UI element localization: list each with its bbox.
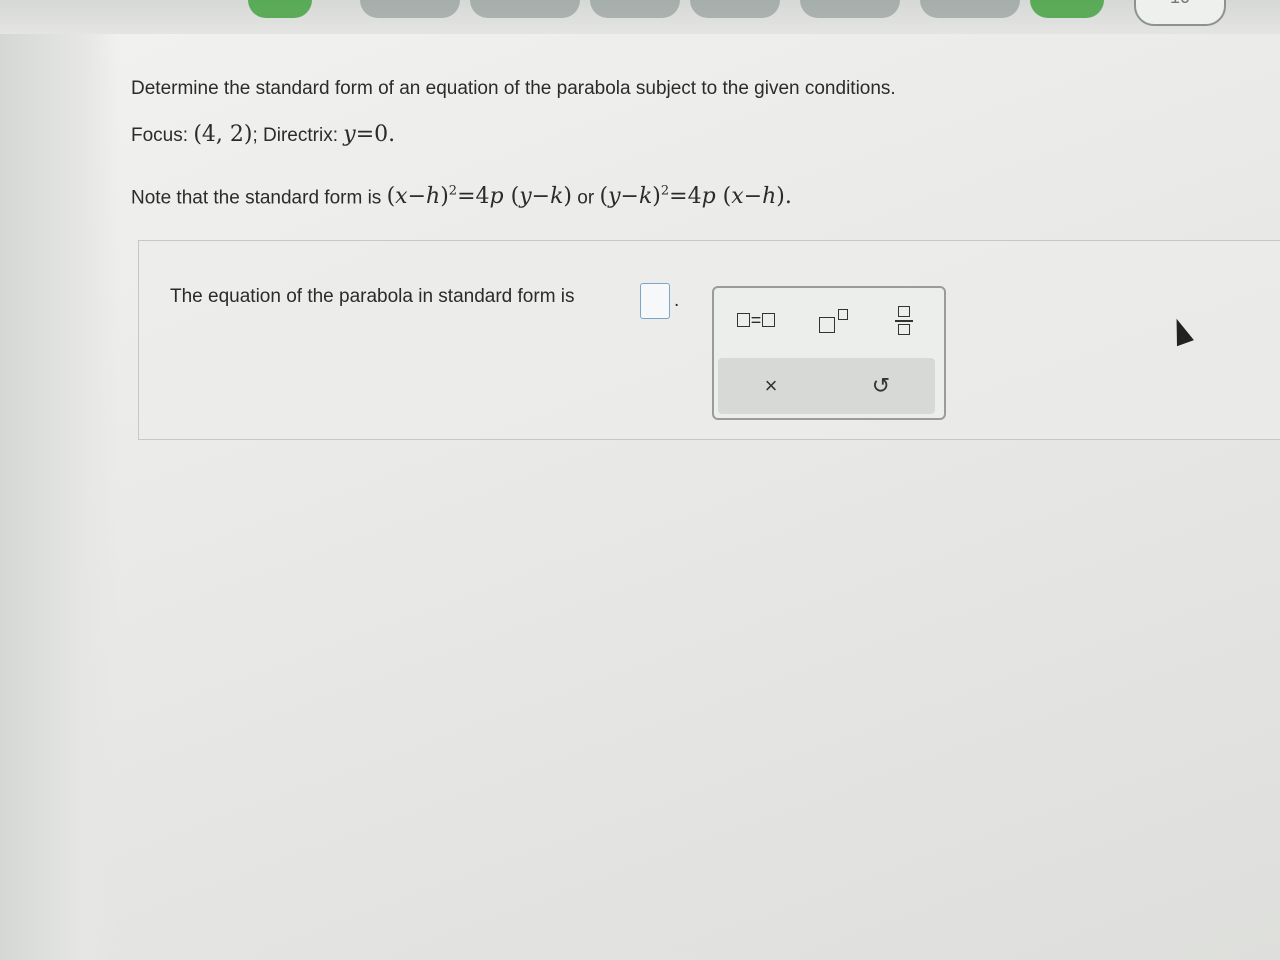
fraction-icon: [895, 302, 913, 338]
nav-button[interactable]: [248, 0, 312, 18]
nav-button[interactable]: [470, 0, 580, 18]
nav-button[interactable]: [800, 0, 900, 18]
question-counter[interactable]: 10: [1134, 0, 1226, 26]
nav-button[interactable]: [920, 0, 1020, 18]
answer-input[interactable]: [640, 283, 670, 319]
box-icon: [762, 313, 776, 327]
nav-button-active[interactable]: [1030, 0, 1104, 18]
exponent-button[interactable]: [808, 302, 854, 338]
conditions-line: Focus: (4, 2); Directrix: y=0.: [131, 122, 396, 147]
exponent-icon: [813, 305, 849, 335]
standard-form-horizontal: (y−k)2=4p (x−h).: [599, 184, 792, 210]
answer-prompt: The equation of the parabola in standard…: [170, 286, 575, 307]
undo-button[interactable]: ↺: [858, 368, 904, 404]
standard-form-vertical: (x−h)2=4p (y−k): [386, 184, 572, 210]
focus-value: (4, 2): [193, 122, 253, 147]
nav-button[interactable]: [590, 0, 680, 18]
answer-period: .: [674, 290, 680, 311]
answer-area: [138, 240, 1280, 440]
directrix-equation: y=0.: [343, 122, 396, 147]
equation-template-button[interactable]: =: [728, 304, 784, 336]
clear-button[interactable]: ×: [748, 368, 794, 404]
note-line: Note that the standard form is (x−h)2=4p…: [131, 184, 792, 210]
fraction-button[interactable]: [886, 300, 922, 340]
close-icon: ×: [764, 373, 778, 398]
nav-button[interactable]: [360, 0, 460, 18]
nav-button[interactable]: [690, 0, 780, 18]
left-margin: [0, 34, 120, 960]
undo-icon: ↺: [871, 373, 891, 398]
question-instruction: Determine the standard form of an equati…: [131, 78, 896, 99]
box-icon: [736, 313, 750, 327]
top-nav-bar: 10: [0, 0, 1280, 34]
